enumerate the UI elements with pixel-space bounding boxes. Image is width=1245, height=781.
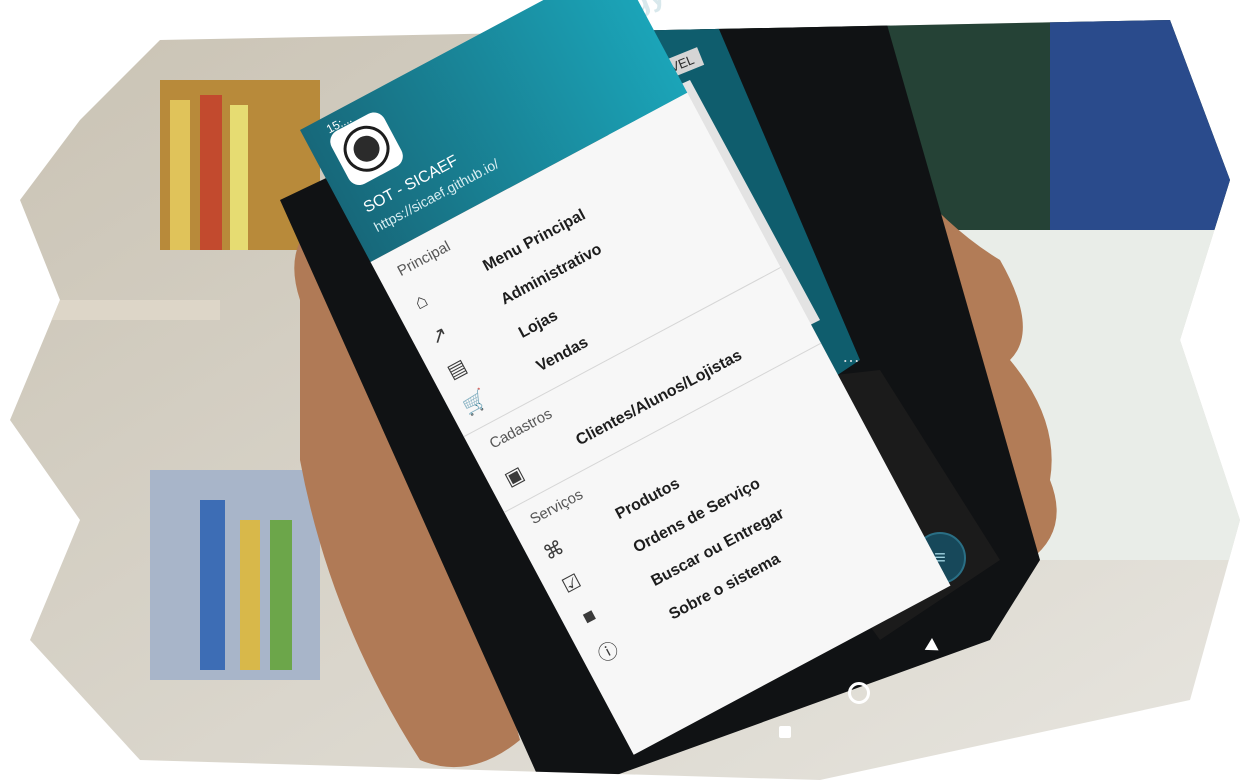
scene: nology COMBÚSTIVEL › 6 5 13 12 20 19 27 … [0,0,1245,781]
navigation-drawer-wrap: 15:... SOT - SICAEF https://sicaef.githu… [300,0,951,755]
contact-card-icon: ▣ [500,462,528,491]
menu-item-label: Clientes/Alunos/Lojistas [573,346,745,450]
navigation-drawer: 15:... SOT - SICAEF https://sicaef.githu… [300,0,951,755]
logo-seal-icon [335,117,398,180]
